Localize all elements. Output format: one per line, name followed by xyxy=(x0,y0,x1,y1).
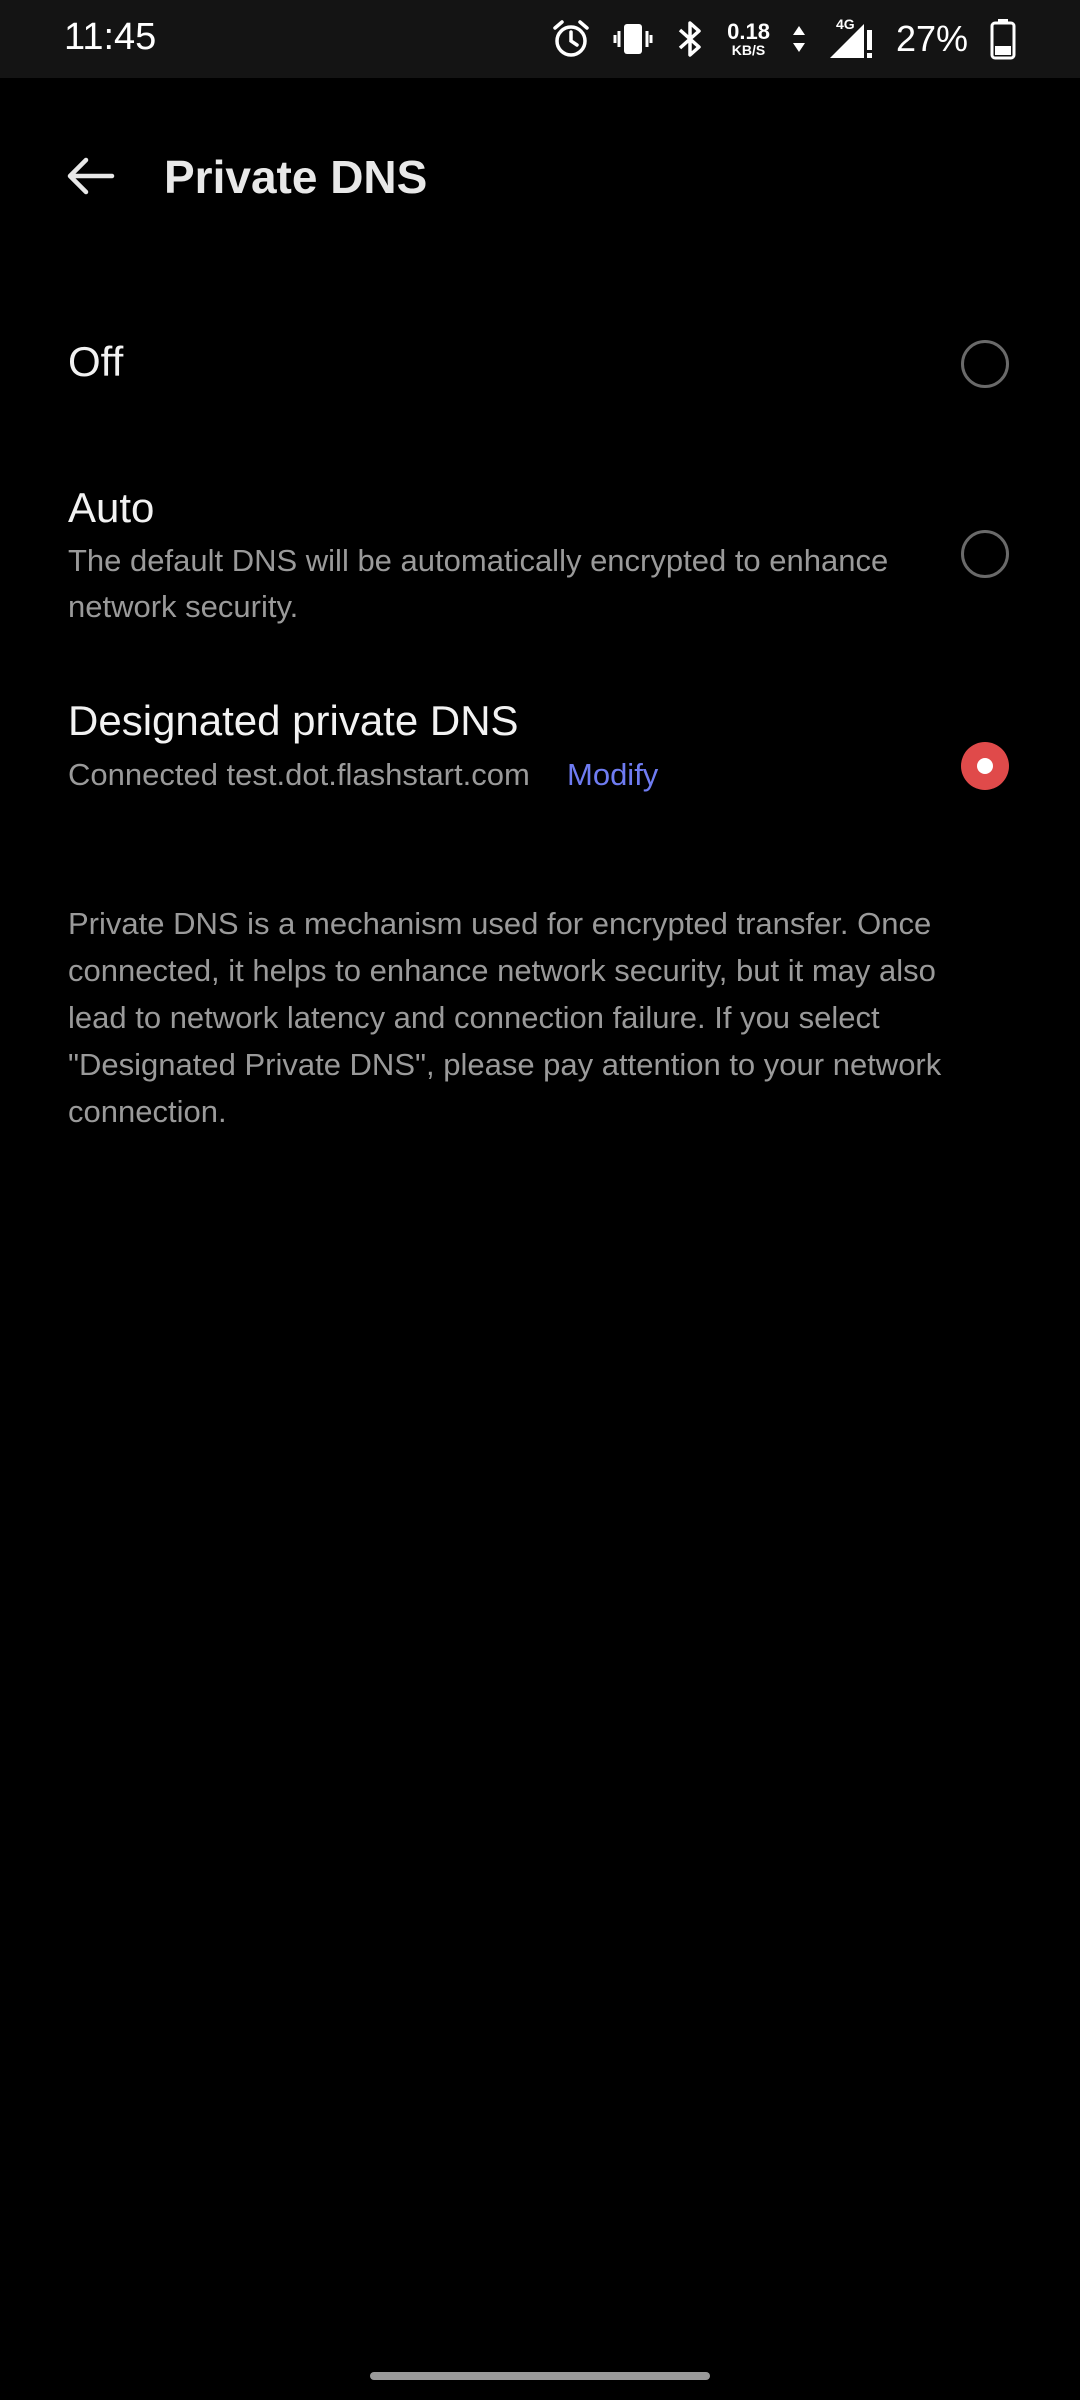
option-off[interactable]: Off xyxy=(0,320,1080,408)
signal-icon: 4G xyxy=(828,16,874,60)
battery-icon xyxy=(990,18,1016,60)
info-text: Private DNS is a mechanism used for encr… xyxy=(68,906,942,1129)
vibrate-icon xyxy=(613,19,653,59)
battery-percent: 27% xyxy=(895,18,968,59)
network-type: 4G xyxy=(835,16,855,32)
option-auto[interactable]: Auto The default DNS will be automatical… xyxy=(0,470,1080,640)
net-speed: 0.18 KB/S xyxy=(727,19,770,58)
status-time: 11:45 xyxy=(64,16,157,58)
status-icons: 0.18 KB/S 4G 27% xyxy=(551,14,1016,64)
option-designated-label: Designated private DNS xyxy=(68,697,519,744)
radio-designated[interactable] xyxy=(961,742,1009,790)
radio-auto[interactable] xyxy=(961,530,1009,578)
radio-off[interactable] xyxy=(961,340,1009,388)
status-bar: 11:45 0.18 KB/S 4G 27% xyxy=(0,0,1080,78)
modify-link[interactable]: Modify xyxy=(567,757,658,793)
home-indicator[interactable] xyxy=(370,2372,710,2380)
page-title: Private DNS xyxy=(164,151,428,203)
arrow-left-icon xyxy=(62,148,118,209)
option-off-label: Off xyxy=(68,338,124,385)
alarm-icon xyxy=(551,19,591,59)
net-speed-unit: KB/S xyxy=(731,42,766,58)
option-auto-description: The default DNS will be automatically en… xyxy=(68,543,889,624)
option-auto-label: Auto xyxy=(68,484,155,531)
net-speed-value: 0.18 xyxy=(727,19,770,44)
back-button[interactable] xyxy=(52,140,128,216)
connected-status: Connected test.dot.flashstart.com xyxy=(68,757,530,792)
bluetooth-icon xyxy=(675,19,705,59)
data-arrows-icon xyxy=(792,24,806,54)
option-designated[interactable]: Designated private DNS Connected test.do… xyxy=(0,685,1080,805)
